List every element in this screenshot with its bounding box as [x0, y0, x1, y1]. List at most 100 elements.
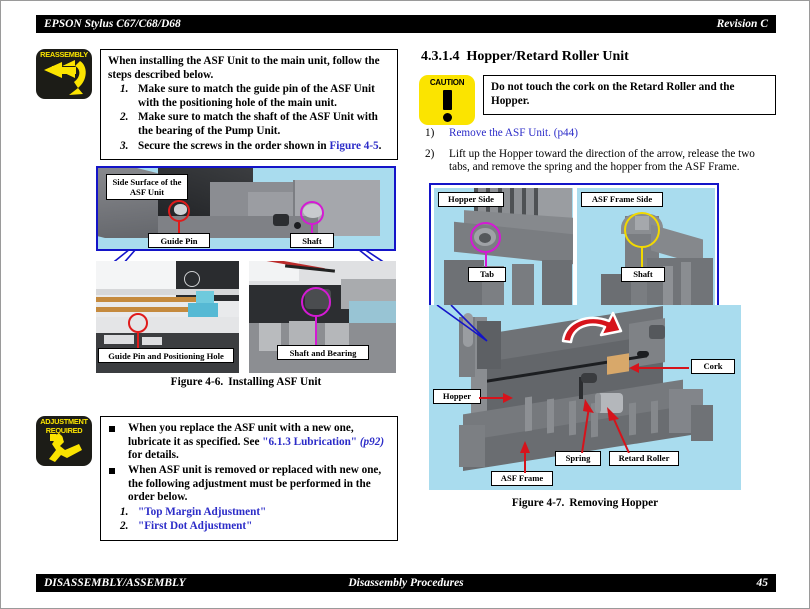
shaft-circle: [300, 201, 324, 226]
label-shaft: Shaft: [290, 233, 334, 249]
figure-4-6-caption-text: Installing ASF Unit: [228, 376, 322, 389]
reassembly-icon: REASSEMBLY: [36, 49, 92, 99]
label-hopper: Hopper: [433, 388, 481, 404]
label-asf-frame-side: ASF Frame Side: [581, 191, 663, 207]
figure-4-6-photo-bottom-right: Shaft and Bearing: [249, 261, 396, 374]
lubrication-page-link[interactable]: (p92): [360, 436, 384, 448]
caution-text: Do not touch the cork on the Retard Roll…: [491, 81, 735, 107]
figure-4-5-link[interactable]: Figure 4-5: [329, 140, 378, 152]
figure-4-6-caption: Figure 4-6. Installing ASF Unit: [96, 376, 396, 388]
reassembly-step: 2. Make sure to match the shaft of the AS…: [108, 111, 390, 138]
guide-pin-circle: [168, 200, 190, 223]
figure-4-7-caption-text: Removing Hopper: [569, 496, 659, 509]
page-header: EPSON Stylus C67/C68/D68 Revision C: [36, 15, 776, 33]
header-product-title: EPSON Stylus C67/C68/D68: [44, 18, 181, 30]
figure-4-6-caption-label: Figure 4-6.: [170, 376, 224, 389]
shaft-bearing-leader: [315, 317, 317, 348]
section-number: 4.3.1.4: [421, 49, 460, 64]
page-footer: DISASSEMBLY/ASSEMBLY Disassembly Procedu…: [36, 574, 776, 592]
label-tab: Tab: [468, 266, 506, 282]
retard-roller-arrow: [607, 406, 630, 453]
adjustment-bullet: When you replace the ASF unit with a new…: [108, 422, 390, 463]
wrench-icon: [36, 432, 92, 466]
spring-arrow: [581, 398, 594, 453]
caution-note: CAUTION Do not touch the cork on the Ret…: [419, 75, 776, 125]
remove-asf-unit-link[interactable]: Remove the ASF Unit. (p44): [449, 127, 578, 139]
tab-leader: [485, 251, 487, 268]
footer-section: Disassembly Procedures: [348, 577, 464, 589]
exclamation-icon: [419, 88, 475, 125]
right-column: 4.3.1.4 Hopper/Retard Roller Unit CAUTION…: [419, 49, 776, 509]
caution-icon: CAUTION: [419, 75, 475, 125]
cork-patch: [607, 353, 629, 375]
substep-number: 1.: [120, 505, 129, 518]
step-number: 1): [425, 127, 435, 140]
figure-4-7-connector-lines: [436, 304, 488, 342]
section-heading: 4.3.1.4 Hopper/Retard Roller Unit: [421, 49, 776, 65]
reassembly-steps: 1. Make sure to match the guide pin of th…: [108, 83, 390, 153]
figure-4-6: Side Surface of the ASF Unit Guide Pin S…: [96, 166, 396, 388]
label-asf-frame: ASF Frame: [491, 470, 553, 486]
step-number: 2): [425, 147, 435, 160]
step-text: Lift up the Hopper toward the direction …: [449, 147, 755, 174]
first-dot-adjustment-link[interactable]: "First Dot Adjustment": [138, 520, 252, 532]
footer-page-number: 45: [756, 577, 769, 589]
tab-circle: [470, 221, 501, 253]
adjustment-note: ADJUSTMENT REQUIRED When you replace the…: [36, 416, 398, 541]
guide-pin-hole-leader: [137, 333, 139, 350]
curved-arrow-icon: [36, 58, 92, 99]
bullet-text: When ASF unit is removed or replaced wit…: [128, 463, 382, 504]
figure-4-7: Tab Hopper Side Shaft ASF Frame Side Hop…: [429, 182, 786, 509]
lubrication-link[interactable]: "6.1.3 Lubrication": [262, 436, 357, 448]
reassembly-step: 1. Make sure to match the guide pin of th…: [108, 83, 390, 110]
label-guide-pin-hole: Guide Pin and Positioning Hole: [98, 348, 234, 364]
step-text: Make sure to match the shaft of the ASF …: [138, 111, 378, 137]
label-cork: Cork: [691, 358, 735, 374]
adjustment-bullets: When you replace the ASF unit with a new…: [108, 422, 390, 505]
figure-4-7-caption: Figure 4-7. Removing Hopper: [429, 497, 741, 509]
procedure-list: 1) Remove the ASF Unit. (p44) 2) Lift up t…: [419, 127, 776, 175]
label-side-surface: Side Surface of the ASF Unit: [106, 174, 188, 201]
manual-page: EPSON Stylus C67/C68/D68 Revision C REAS…: [0, 0, 810, 609]
step-text: Make sure to match the guide pin of the …: [138, 83, 375, 109]
figure-4-6-photo-bottom-left: Guide Pin and Positioning Hole: [96, 261, 239, 374]
reassembly-step: 3. Secure the screws in the order shown i…: [108, 140, 390, 154]
step-number: 3.: [120, 139, 129, 152]
adjustment-bullet: When ASF unit is removed or replaced wit…: [108, 464, 390, 505]
shaft-leader: [641, 245, 643, 268]
label-shaft: Shaft: [621, 266, 665, 282]
procedure-step: 1) Remove the ASF Unit. (p44): [419, 127, 776, 141]
adjustment-note-body: When you replace the ASF unit with a new…: [100, 416, 398, 541]
figure-4-7-caption-label: Figure 4-7.: [511, 496, 565, 509]
red-rotate-arrow-icon: [561, 311, 623, 344]
section-title: Hopper/Retard Roller Unit: [466, 49, 629, 64]
left-column: REASSEMBLY When installing the ASF Unit …: [36, 49, 398, 541]
adjustment-substep: 2. "First Dot Adjustment": [108, 520, 390, 534]
reassembly-note-body: When installing the ASF Unit to the main…: [100, 49, 398, 161]
label-hopper-side: Hopper Side: [438, 191, 504, 207]
reassembly-note: REASSEMBLY When installing the ASF Unit …: [36, 49, 398, 161]
top-margin-adjustment-link[interactable]: "Top Margin Adjustment": [138, 506, 266, 518]
step-number: 1.: [120, 83, 129, 96]
substep-number: 2.: [120, 520, 129, 533]
step-number: 2.: [120, 111, 129, 124]
shaft-circle: [624, 211, 660, 248]
bullet-text-tail: for details.: [128, 449, 179, 462]
adjustment-substep: 1. "Top Margin Adjustment": [108, 506, 390, 520]
figure-4-7-photo-asf-frame-side: Shaft ASF Frame Side: [577, 187, 715, 305]
step-text-tail: .: [378, 139, 382, 152]
figure-4-7-photo-hopper-side: Tab Hopper Side: [434, 187, 573, 305]
figure-4-6-photo-top: Side Surface of the ASF Unit Guide Pin S…: [96, 166, 396, 252]
label-shaft-bearing: Shaft and Bearing: [277, 345, 369, 361]
procedure-step: 2) Lift up the Hopper toward the directio…: [419, 148, 776, 175]
caution-note-body: Do not touch the cork on the Retard Roll…: [483, 75, 776, 116]
adjustment-icon: ADJUSTMENT REQUIRED: [36, 416, 92, 467]
label-spring: Spring: [555, 450, 601, 466]
asf-frame-arrow: [520, 440, 530, 473]
caution-icon-label: CAUTION: [429, 78, 465, 87]
label-retard-roller: Retard Roller: [609, 450, 679, 466]
bullet-square: [109, 426, 115, 433]
reassembly-intro: When installing the ASF Unit to the main…: [108, 55, 380, 81]
hopper-arrow: [479, 392, 513, 403]
figure-4-7-detail-box: Tab Hopper Side Shaft ASF Frame Side: [429, 182, 719, 308]
